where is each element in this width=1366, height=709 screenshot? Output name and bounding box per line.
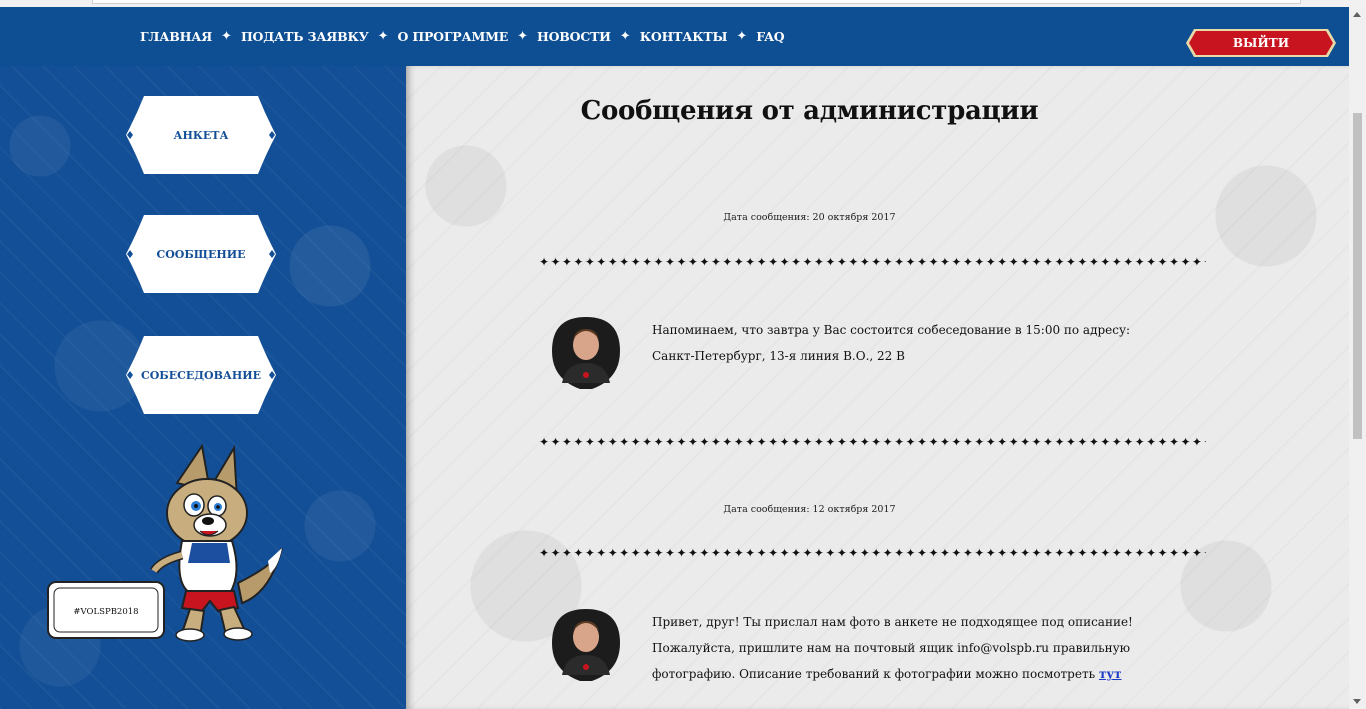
star-separator-icon: ✦ bbox=[517, 29, 528, 44]
page-scrollbar[interactable] bbox=[1349, 7, 1366, 709]
sidebar-button-interview[interactable]: СОБЕСЕДОВАНИЕ bbox=[126, 336, 276, 414]
star-separator-icon: ✦ bbox=[619, 29, 631, 44]
message-date: Дата сообщения: 20 октября 2017 bbox=[723, 212, 896, 223]
mascot-sign-text: #VOLSPB2018 bbox=[73, 607, 138, 617]
nav-menu: ГЛАВНАЯ ✦ ПОДАТЬ ЗАЯВКУ ✦ О ПРОГРАММЕ ✦ … bbox=[140, 7, 785, 66]
sidebar-button-label: СОБЕСЕДОВАНИЕ bbox=[140, 368, 262, 382]
top-navigation: ГЛАВНАЯ ✦ ПОДАТЬ ЗАЯВКУ ✦ О ПРОГРАММЕ ✦ … bbox=[0, 7, 1349, 76]
message-text: Привет, друг! Ты прислал нам фото в анке… bbox=[652, 609, 1172, 687]
page-title: Сообщения от администрации bbox=[580, 96, 1039, 126]
scroll-down-arrow-icon[interactable] bbox=[1353, 699, 1361, 704]
sidebar: АНКЕТА СООБЩЕНИЕ СОБЕСЕДОВАНИЕ #VOLSPB20… bbox=[0, 66, 406, 709]
message-line-text: фотографию. Описание требований к фотогр… bbox=[652, 667, 1096, 681]
messages-panel: Сообщения от администрации Дата сообщени… bbox=[406, 66, 1349, 709]
message-line: Пожалуйста, пришлите нам на почтовый ящи… bbox=[652, 641, 1131, 655]
message-divider: ✦✦✦✦✦✦✦✦✦✦✦✦✦✦✦✦✦✦✦✦✦✦✦✦✦✦✦✦✦✦✦✦✦✦✦✦✦✦✦✦… bbox=[539, 255, 1206, 269]
scrollbar-thumb[interactable] bbox=[1353, 113, 1362, 439]
nav-link-about[interactable]: О ПРОГРАММЕ bbox=[398, 29, 509, 44]
nav-link-home[interactable]: ГЛАВНАЯ bbox=[140, 29, 212, 44]
browser-top-strip bbox=[0, 0, 1366, 7]
browser-address-bar[interactable] bbox=[92, 0, 1301, 4]
photo-requirements-link[interactable]: тут bbox=[1099, 667, 1122, 681]
star-separator-icon: ✦ bbox=[377, 29, 389, 44]
sidebar-button-messages[interactable]: СООБЩЕНИЕ bbox=[126, 215, 276, 293]
nav-link-news[interactable]: НОВОСТИ bbox=[537, 29, 611, 44]
message-line: Напоминаем, что завтра у Вас состоится с… bbox=[652, 323, 1131, 337]
message-line: фотографию. Описание требований к фотогр… bbox=[652, 661, 1172, 687]
nav-link-contacts[interactable]: КОНТАКТЫ bbox=[640, 29, 728, 44]
logout-button[interactable]: ВЫЙТИ bbox=[1186, 28, 1336, 58]
logout-label: ВЫЙТИ bbox=[1232, 36, 1290, 50]
user-avatar-icon bbox=[552, 317, 620, 389]
user-avatar-icon bbox=[552, 609, 620, 681]
star-separator-icon: ✦ bbox=[221, 29, 232, 44]
message-date: Дата сообщения: 12 октября 2017 bbox=[723, 504, 896, 515]
sidebar-button-label: АНКЕТА bbox=[173, 128, 229, 142]
star-separator-icon: ✦ bbox=[736, 29, 748, 44]
sidebar-button-profile[interactable]: АНКЕТА bbox=[126, 96, 276, 174]
sidebar-button-label: СООБЩЕНИЕ bbox=[156, 247, 246, 261]
message-line: Привет, друг! Ты прислал нам фото в анке… bbox=[652, 615, 1133, 629]
message-text: Напоминаем, что завтра у Вас состоится с… bbox=[652, 317, 1172, 369]
message-divider: ✦✦✦✦✦✦✦✦✦✦✦✦✦✦✦✦✦✦✦✦✦✦✦✦✦✦✦✦✦✦✦✦✦✦✦✦✦✦✦✦… bbox=[539, 435, 1206, 449]
nav-link-faq[interactable]: FAQ bbox=[756, 29, 784, 44]
message-divider: ✦✦✦✦✦✦✦✦✦✦✦✦✦✦✦✦✦✦✦✦✦✦✦✦✦✦✦✦✦✦✦✦✦✦✦✦✦✦✦✦… bbox=[539, 546, 1206, 560]
wolf-mascot-icon: #VOLSPB2018 bbox=[47, 443, 283, 642]
nav-link-apply[interactable]: ПОДАТЬ ЗАЯВКУ bbox=[241, 29, 369, 44]
scroll-up-arrow-icon[interactable] bbox=[1353, 12, 1361, 17]
message-line: Санкт-Петербург, 13-я линия В.О., 22 В bbox=[652, 349, 905, 363]
